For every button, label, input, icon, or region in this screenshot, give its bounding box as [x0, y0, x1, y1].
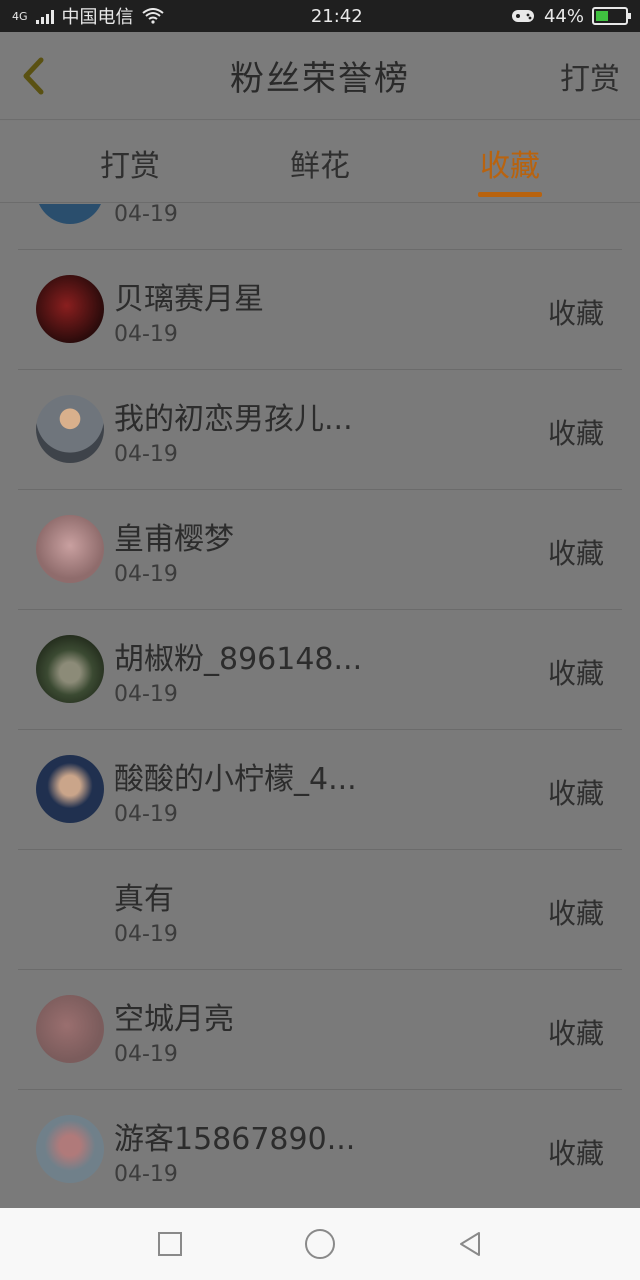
item-action: 收藏 — [547, 537, 604, 570]
system-nav-bar — [0, 1208, 640, 1280]
circle-icon — [305, 1229, 335, 1259]
item-action: 收藏 — [547, 297, 604, 330]
status-bar: 4G 中国电信 21:42 44% — [0, 0, 640, 32]
item-date: 04-19 — [114, 1042, 178, 1067]
avatar — [36, 275, 104, 343]
recent-apps-button[interactable] — [150, 1224, 190, 1264]
item-date: 04-19 — [114, 204, 178, 227]
list-item[interactable]: 04-19 — [18, 204, 622, 250]
list-item[interactable]: 胡椒粉_896148... 04-19 收藏 — [18, 610, 622, 730]
avatar — [36, 395, 104, 463]
item-name: 贝璃赛月星 — [114, 282, 264, 317]
item-action: 收藏 — [547, 417, 604, 450]
item-action: 收藏 — [547, 777, 604, 810]
tab-favorites[interactable]: 收藏 — [480, 141, 540, 185]
item-name: 游客15867890... — [114, 1122, 356, 1157]
list-item[interactable]: 真有 04-19 收藏 — [18, 850, 622, 970]
item-name: 胡椒粉_896148... — [114, 642, 363, 677]
tab-bar: 打赏 鲜花 收藏 — [0, 121, 640, 203]
signal-icon — [35, 8, 54, 24]
header: 粉丝荣誉榜 打赏 — [0, 32, 640, 120]
item-date: 04-19 — [114, 1162, 178, 1187]
list-item[interactable]: 皇甫樱梦 04-19 收藏 — [18, 490, 622, 610]
battery-percent: 44% — [543, 5, 584, 27]
item-date: 04-19 — [114, 802, 178, 827]
square-icon — [158, 1232, 182, 1256]
item-date: 04-19 — [114, 442, 178, 467]
tab-flowers[interactable]: 鲜花 — [290, 141, 350, 185]
fan-list: 04-19 贝璃赛月星 04-19 收藏 我的初恋男孩儿... 04-19 收藏… — [0, 204, 640, 1208]
active-tab-indicator — [478, 192, 542, 197]
list-item[interactable]: 我的初恋男孩儿... 04-19 收藏 — [18, 370, 622, 490]
item-date: 04-19 — [114, 322, 178, 347]
wifi-icon — [141, 8, 164, 24]
back-icon[interactable] — [14, 56, 54, 96]
triangle-back-icon — [460, 1232, 480, 1256]
time: 21:42 — [310, 5, 363, 27]
battery-icon — [591, 7, 631, 25]
status-right: 44% — [510, 5, 631, 27]
avatar — [36, 204, 104, 224]
item-name: 真有 — [114, 882, 174, 917]
item-action: 收藏 — [547, 1017, 604, 1050]
item-action: 收藏 — [547, 657, 604, 690]
item-name: 酸酸的小柠檬_4... — [114, 762, 357, 797]
page-title: 粉丝荣誉榜 — [230, 59, 410, 99]
avatar — [36, 755, 104, 823]
avatar — [36, 515, 104, 583]
list-item[interactable]: 空城月亮 04-19 收藏 — [18, 970, 622, 1090]
item-date: 04-19 — [114, 562, 178, 587]
network-type: 4G — [12, 9, 28, 23]
item-action: 收藏 — [547, 1137, 604, 1170]
reward-button[interactable]: 打赏 — [560, 54, 620, 98]
item-name: 我的初恋男孩儿... — [114, 402, 353, 437]
item-date: 04-19 — [114, 682, 178, 707]
avatar — [36, 1115, 104, 1183]
avatar — [36, 995, 104, 1063]
list-item[interactable]: 游客15867890... 04-19 收藏 — [18, 1090, 622, 1208]
item-name: 皇甫樱梦 — [114, 522, 234, 557]
list-item[interactable]: 酸酸的小柠檬_4... 04-19 收藏 — [18, 730, 622, 850]
item-action: 收藏 — [547, 897, 604, 930]
item-date: 04-19 — [114, 922, 178, 947]
home-button[interactable] — [300, 1224, 340, 1264]
avatar — [36, 635, 104, 703]
game-controller-icon — [511, 10, 534, 22]
status-left: 4G 中国电信 — [12, 3, 164, 29]
item-name: 空城月亮 — [114, 1002, 234, 1037]
list-item[interactable]: 贝璃赛月星 04-19 收藏 — [18, 250, 622, 370]
tab-reward[interactable]: 打赏 — [100, 141, 160, 185]
back-button[interactable] — [450, 1224, 490, 1264]
carrier-label: 中国电信 — [61, 7, 134, 28]
